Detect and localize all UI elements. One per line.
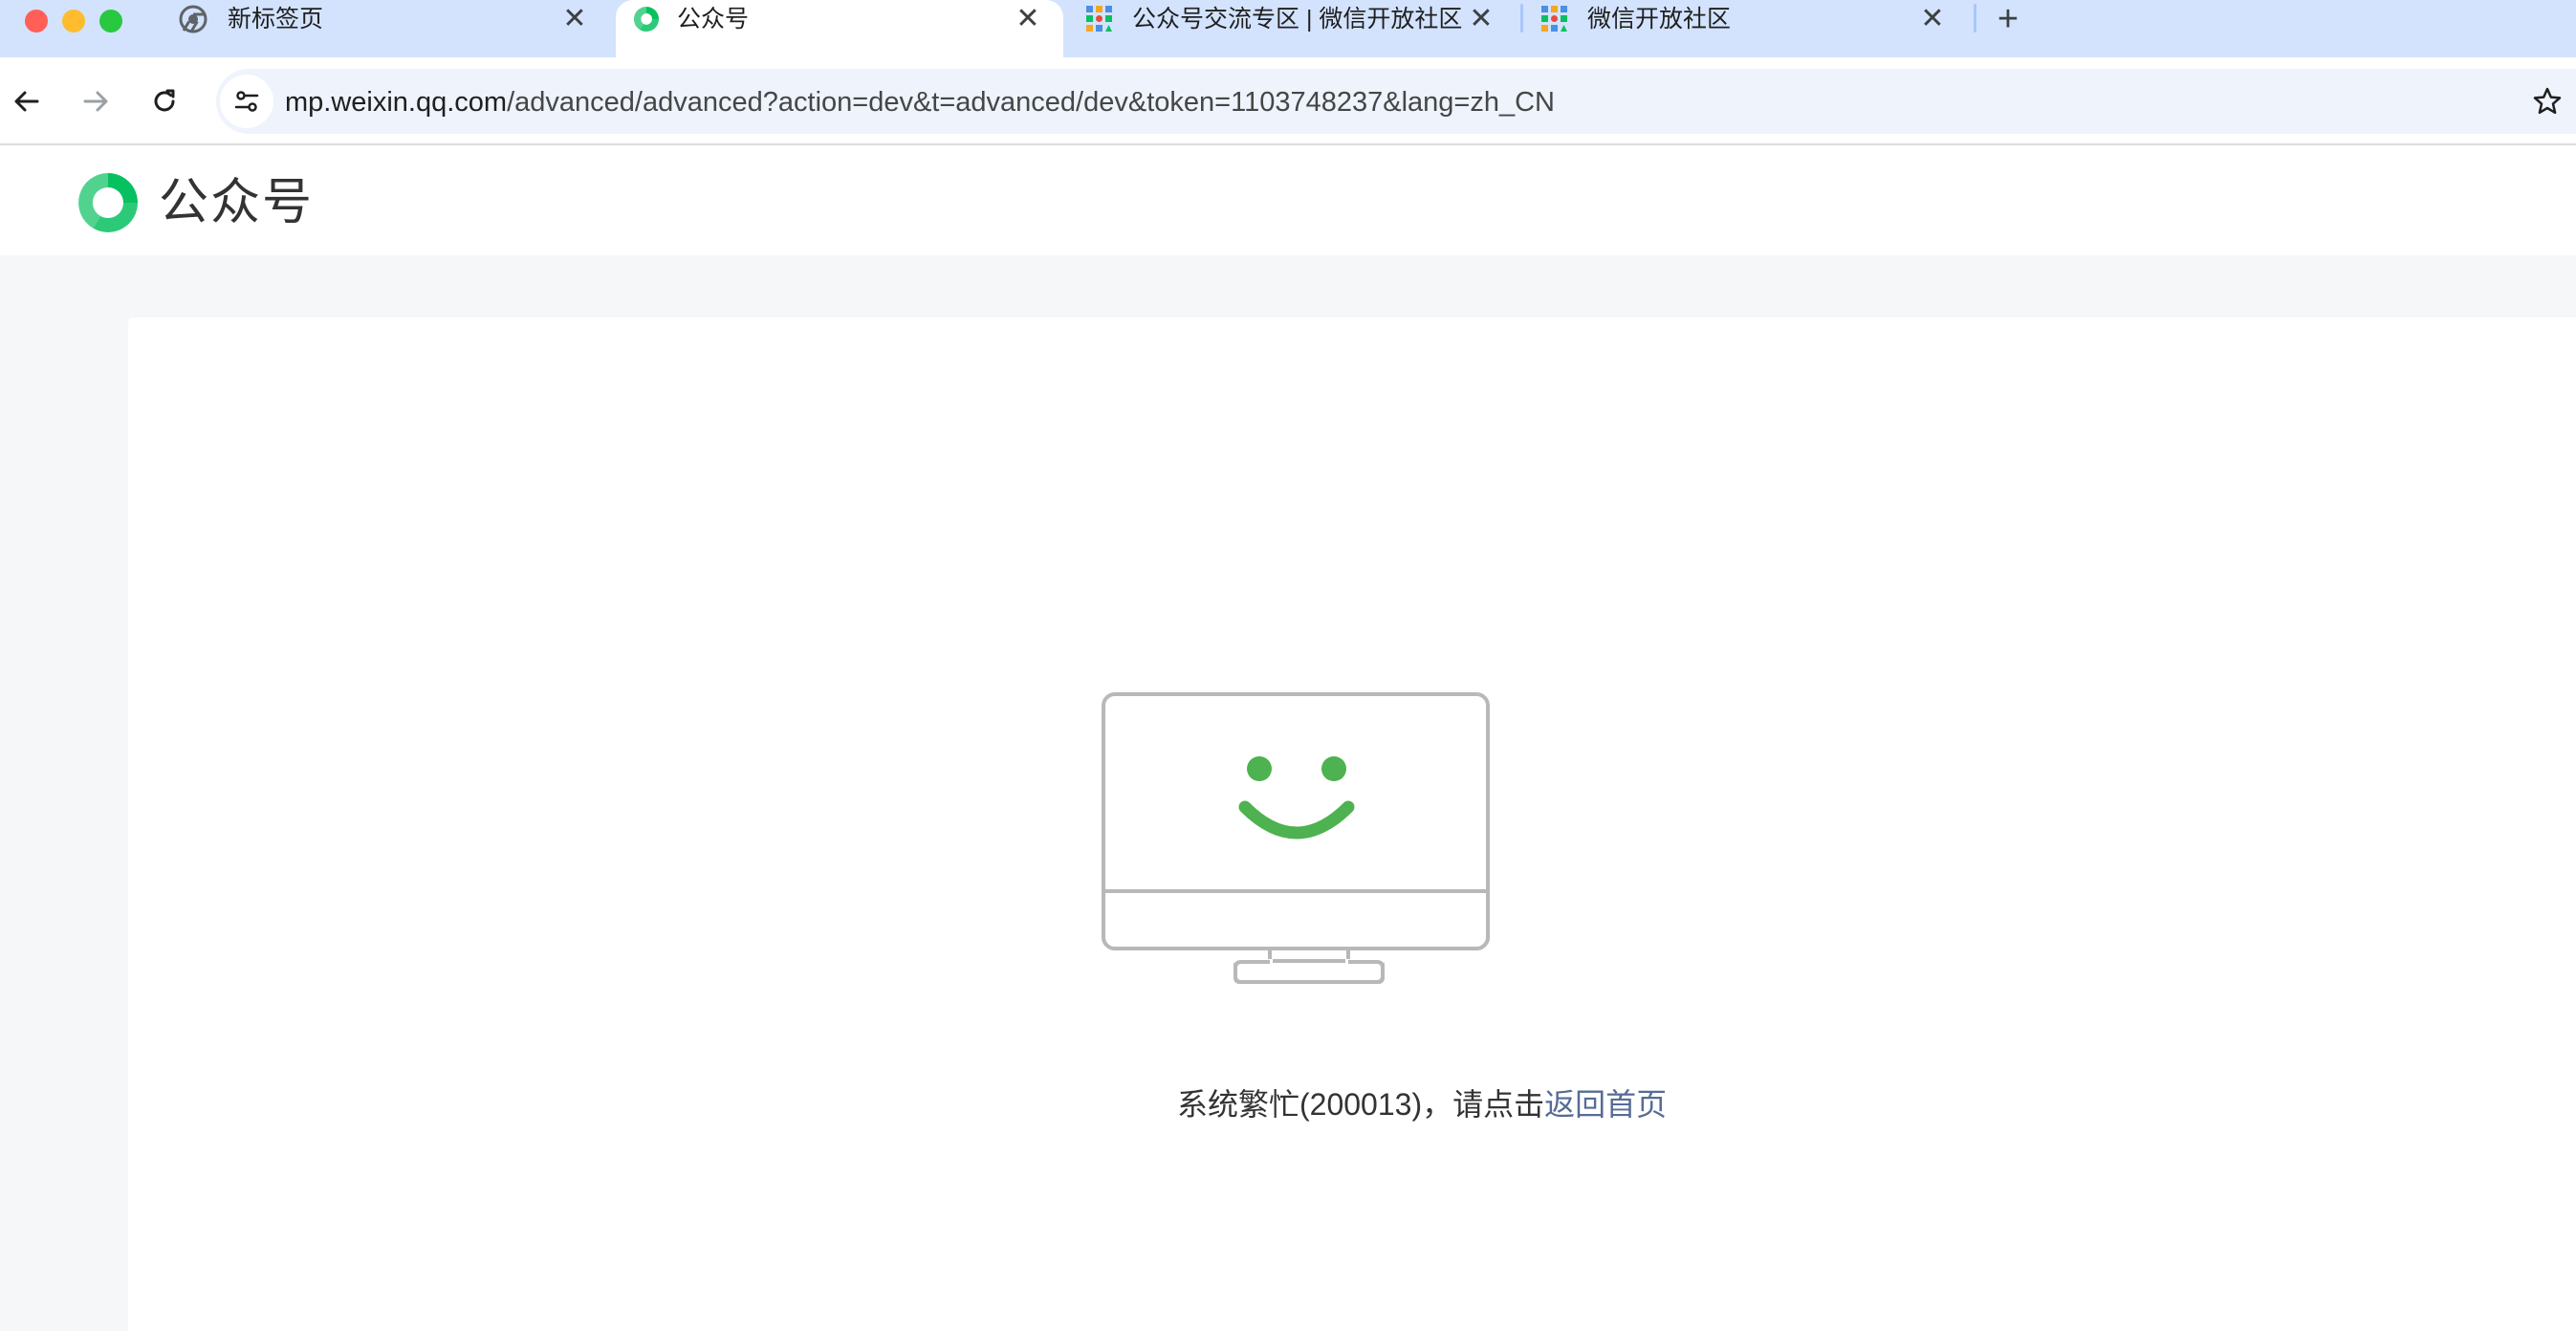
tab-close-button[interactable]: ✕ <box>558 3 591 35</box>
window-zoom-button[interactable] <box>99 10 122 33</box>
logo-text[interactable]: 公众号 <box>159 172 314 233</box>
tab-new-tab[interactable]: 新标签页 ✕ <box>163 0 608 57</box>
wechat-mp-icon <box>633 6 660 33</box>
arrow-right-icon <box>83 91 108 112</box>
url-host: mp.weixin.qq.com <box>285 87 508 118</box>
tab-title: 微信开放社区 <box>1587 6 1732 33</box>
tab-title: 公众号交流专区 | 微信开放社区 <box>1132 6 1463 33</box>
arrow-left-icon <box>14 91 39 112</box>
error-message: 系统繁忙(200013)，请点击返回首页 <box>1177 1085 1667 1124</box>
tune-icon <box>234 91 259 112</box>
back-home-link[interactable]: 返回首页 <box>1544 1087 1667 1122</box>
tab-title: 新标签页 <box>228 6 324 33</box>
url-path: /advanced/advanced?action=dev&t=advanced… <box>507 87 1555 118</box>
star-icon <box>2533 87 2562 115</box>
tab-separator <box>1520 4 1523 33</box>
reload-icon <box>154 89 175 112</box>
tab-title: 公众号 <box>677 6 750 33</box>
error-text: 系统繁忙(200013)，请点击 <box>1177 1087 1545 1122</box>
wechat-mp-logo-icon[interactable] <box>75 169 142 236</box>
back-button[interactable] <box>4 78 50 124</box>
site-info-button[interactable] <box>220 75 273 128</box>
smiling-monitor-icon <box>1102 692 1490 984</box>
forward-button[interactable] <box>73 78 119 124</box>
tab-separator <box>1974 4 1976 33</box>
window-close-button[interactable] <box>25 10 48 33</box>
address-bar[interactable]: mp.weixin.qq.com/advanced/advanced?actio… <box>216 69 2576 134</box>
bookmark-button[interactable] <box>2524 78 2570 124</box>
reload-button[interactable] <box>142 78 187 124</box>
tab-close-button[interactable]: ✕ <box>1012 3 1044 35</box>
tab-community-topic[interactable]: 公众号交流专区 | 微信开放社区 ✕ <box>1069 0 1518 57</box>
tab-mp[interactable]: 公众号 ✕ <box>616 0 1063 57</box>
chrome-icon <box>179 5 207 33</box>
tab-strip: 新标签页 ✕ 公众号 ✕ 公众号交流专区 | 微信开放社区 ✕ 微信开放社区 ✕ <box>0 0 2576 57</box>
tab-close-button[interactable]: ✕ <box>1465 3 1497 35</box>
wechat-community-icon <box>1541 6 1567 32</box>
tab-community[interactable]: 微信开放社区 ✕ <box>1524 0 1974 57</box>
site-header: 公众号 <box>0 145 2576 255</box>
new-tab-button[interactable]: + <box>1991 0 2025 38</box>
url-text[interactable]: mp.weixin.qq.com/advanced/advanced?actio… <box>285 87 1555 118</box>
browser-toolbar: mp.weixin.qq.com/advanced/advanced?actio… <box>0 57 2576 145</box>
tab-close-button[interactable]: ✕ <box>1916 3 1949 35</box>
page-content: 公众号 系统繁忙(200013)，请点击返回首页 <box>0 145 2576 1331</box>
window-minimize-button[interactable] <box>62 10 85 33</box>
wechat-community-icon <box>1086 6 1112 32</box>
